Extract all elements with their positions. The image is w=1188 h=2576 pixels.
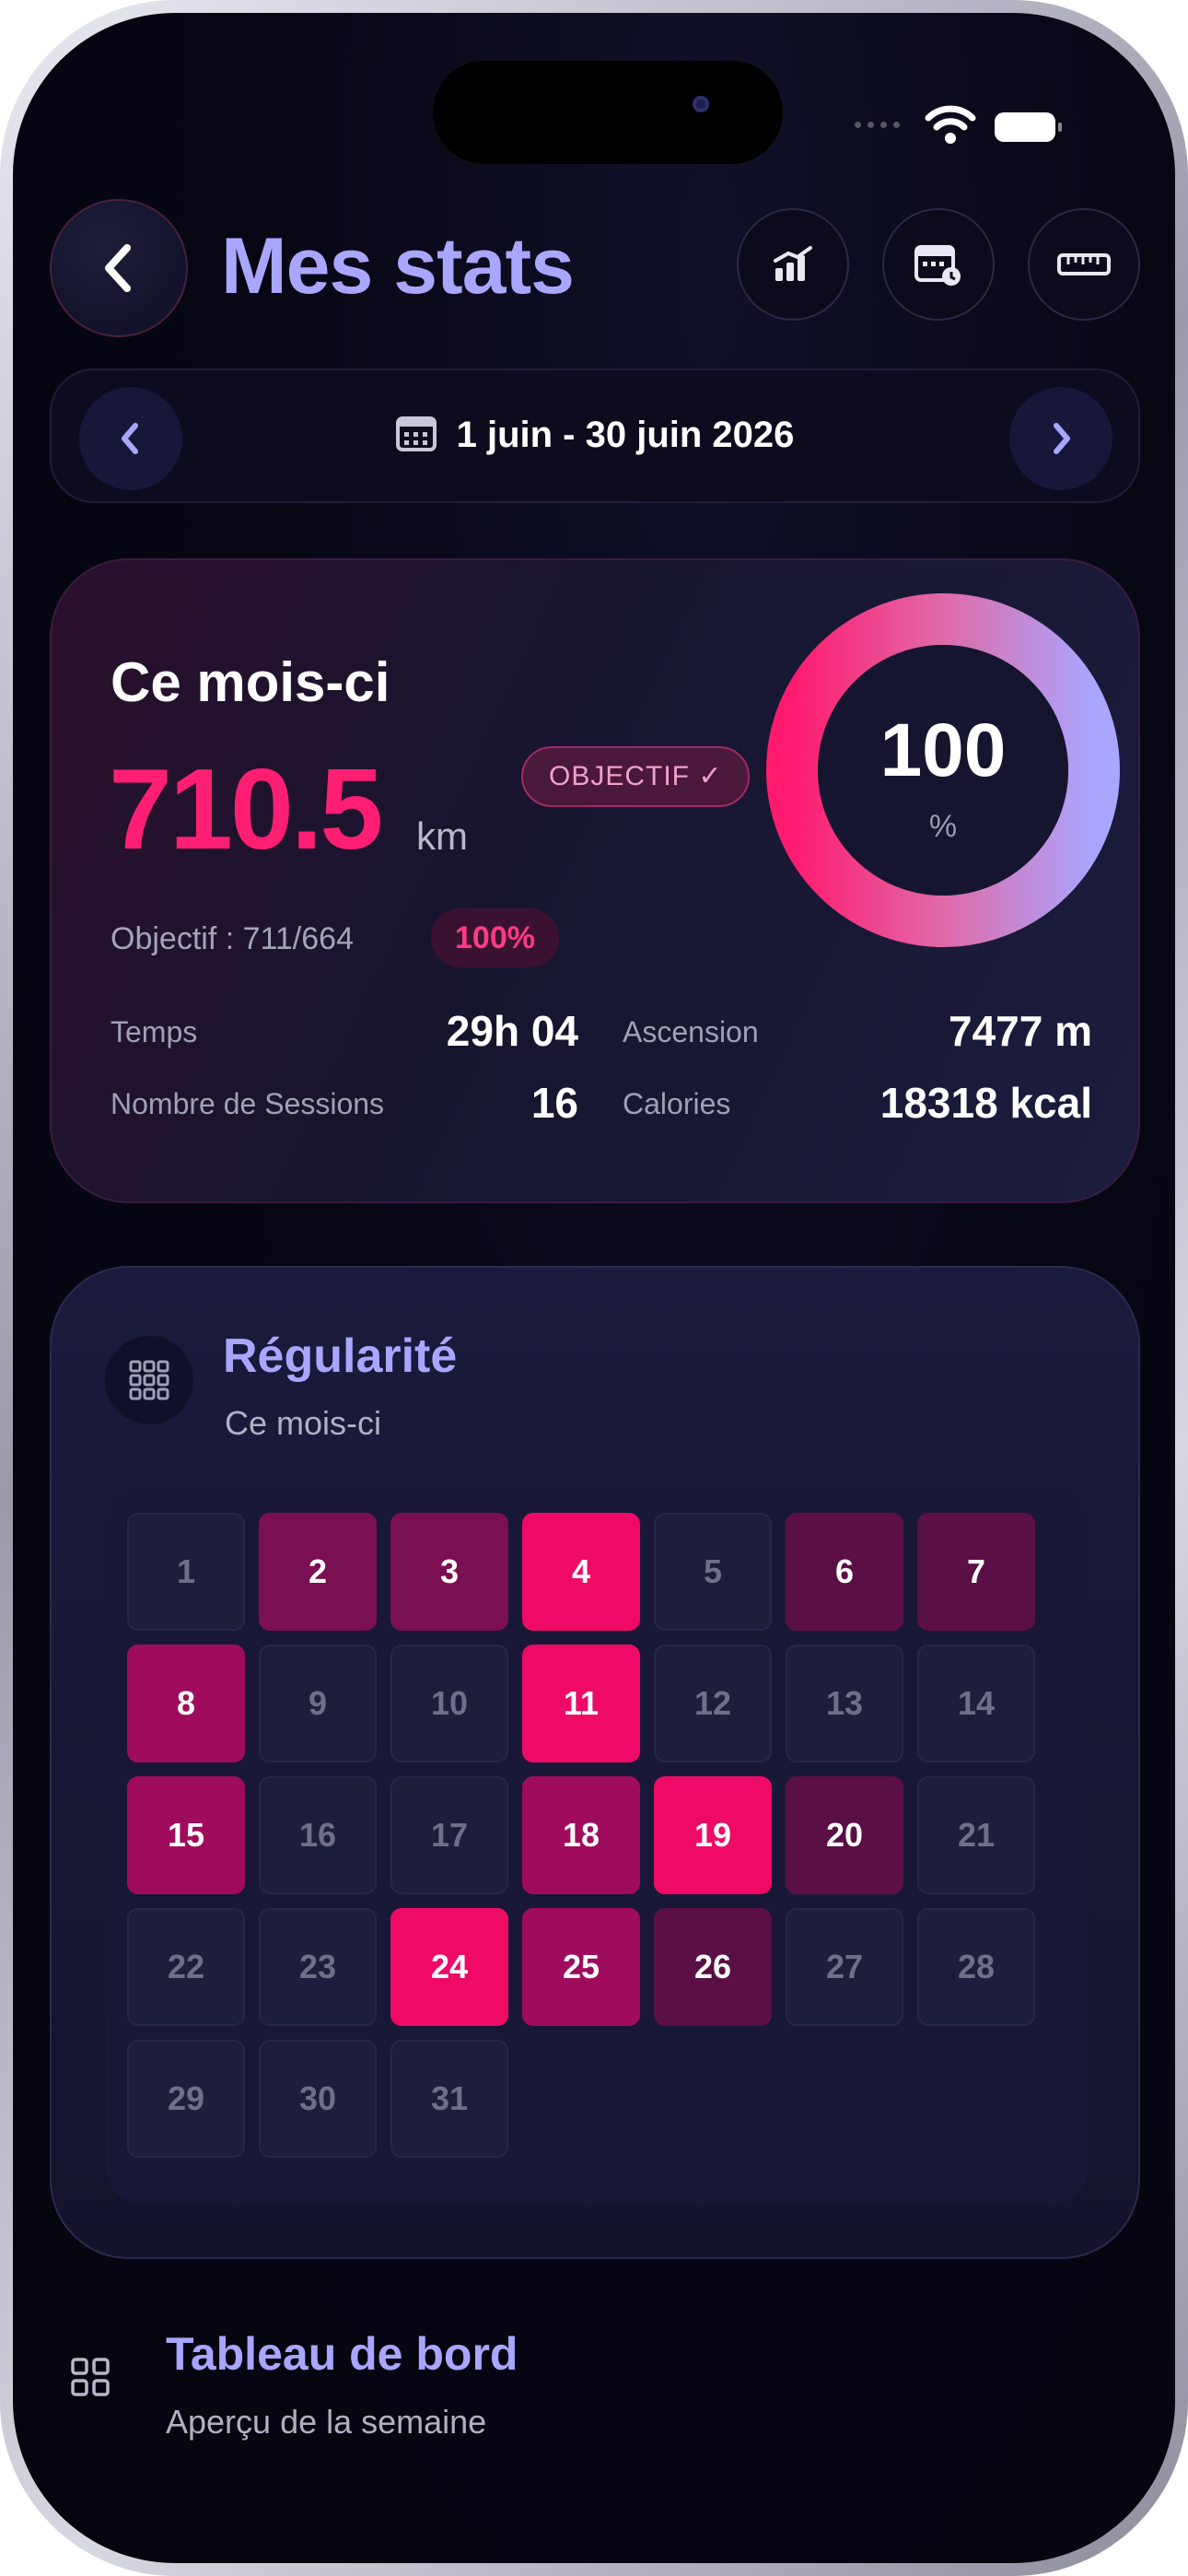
back-button[interactable] [50,199,188,337]
calories-value: 18318 kcal [879,1079,1092,1127]
calendar-day[interactable]: 12 [654,1645,772,1762]
date-range-selector: 1 juin - 30 juin 2026 [50,369,1140,503]
grid-dots-icon [105,1336,193,1424]
calendar-day[interactable]: 7 [917,1513,1035,1631]
calendar-day[interactable]: 19 [654,1776,772,1894]
calendar-day[interactable]: 5 [654,1513,772,1631]
calendar-day[interactable]: 26 [654,1908,772,2026]
ruler-icon [1057,253,1111,275]
chevron-left-icon [105,244,131,292]
calendar-day[interactable]: 22 [127,1908,245,2026]
calendar-day[interactable]: 3 [390,1513,508,1631]
calendar-small-icon [395,416,437,452]
calendar-day[interactable]: 24 [390,1908,508,2026]
distance-value: 710.5 [109,746,383,873]
phone-frame: Mes stats 1 juin - 30 juin 2026 Ce mois-… [0,0,1188,2576]
calories-label: Calories [623,1087,731,1120]
screen: Mes stats 1 juin - 30 juin 2026 Ce mois-… [13,13,1175,2563]
chart-bars-icon [774,246,812,281]
calendar-day[interactable]: 20 [786,1776,903,1894]
camera-dot [693,96,709,112]
dashboard-title[interactable]: Tableau de bord [166,2327,518,2381]
sessions-label: Nombre de Sessions [111,1087,385,1120]
calendar-day[interactable]: 27 [786,1908,903,2026]
chevron-right-icon [1054,423,1070,454]
calendar-day[interactable]: 9 [259,1645,377,1762]
calendar-day[interactable]: 1 [127,1513,245,1631]
date-range-text: 1 juin - 30 juin 2026 [456,415,795,455]
card-title: Ce mois-ci [111,651,390,713]
regularity-card: Régularité Ce mois-ci 1 2 3 4 5 6 7 8 9 10 11 12 13 1… [50,1266,1140,2259]
calendar-day[interactable]: 14 [917,1645,1035,1762]
regularity-subtitle: Ce mois-ci [225,1404,382,1442]
calendar-day[interactable]: 8 [127,1645,245,1762]
regularity-title: Régularité [223,1329,458,1383]
calendar-day[interactable]: 11 [522,1645,640,1762]
dynamic-island [433,61,783,164]
calendar-day[interactable]: 13 [786,1645,903,1762]
time-label: Temps [111,1015,198,1048]
signal-icon [855,122,900,128]
calendar-day[interactable]: 17 [390,1776,508,1894]
calendar-day[interactable]: 30 [259,2040,377,2158]
calendar-day[interactable]: 25 [522,1908,640,2026]
climb-value: 7477 m [948,1007,1092,1055]
climb-label: Ascension [623,1015,759,1048]
distance-unit: km [416,814,468,858]
date-range-label[interactable]: 1 juin - 30 juin 2026 [52,415,1138,456]
battery-icon [995,112,1062,142]
calendar-day[interactable]: 28 [917,1908,1035,2026]
calendar-day[interactable]: 16 [259,1776,377,1894]
ring-value: 100 [879,708,1007,792]
goal-text: Objectif : 711/664 [111,921,354,956]
next-period-button[interactable] [1009,387,1112,490]
dashboard-subtitle: Aperçu de la semaine [166,2403,487,2441]
calendar-day[interactable]: 15 [127,1776,245,1894]
objective-badge: OBJECTIF ✓ [521,746,751,807]
calendar-day[interactable]: 6 [786,1513,903,1631]
calendar-icon [914,245,961,286]
calendar-day[interactable]: 21 [917,1776,1035,1894]
calendar-day[interactable]: 23 [259,1908,377,2026]
calendar-day[interactable]: 2 [259,1513,377,1631]
calendar-day[interactable]: 31 [390,2040,508,2158]
time-value: 29h 04 [446,1007,578,1055]
wifi-icon [925,105,976,144]
regularity-calendar-grid: 1 2 3 4 5 6 7 8 9 10 11 12 13 14 15 16 17 18 19 20 21 22 23 24 2… [105,1485,1089,2204]
ruler-button[interactable] [1028,208,1140,321]
calendar-add-button[interactable] [882,208,995,321]
calendar-day[interactable]: 4 [522,1513,640,1631]
goal-percent-badge: 100% [431,908,559,967]
chart-button[interactable] [737,208,849,321]
ring-unit: % [928,809,958,844]
calendar-day[interactable]: 18 [522,1776,640,1894]
calendar-day[interactable]: 29 [127,2040,245,2158]
grid-icon [71,2358,110,2396]
month-summary-card: Ce mois-ci 710.5 km OBJECTIF ✓ Objectif … [50,558,1140,1203]
page-title: Mes stats [221,222,575,310]
sessions-value: 16 [530,1079,578,1127]
calendar-day[interactable]: 10 [390,1645,508,1762]
